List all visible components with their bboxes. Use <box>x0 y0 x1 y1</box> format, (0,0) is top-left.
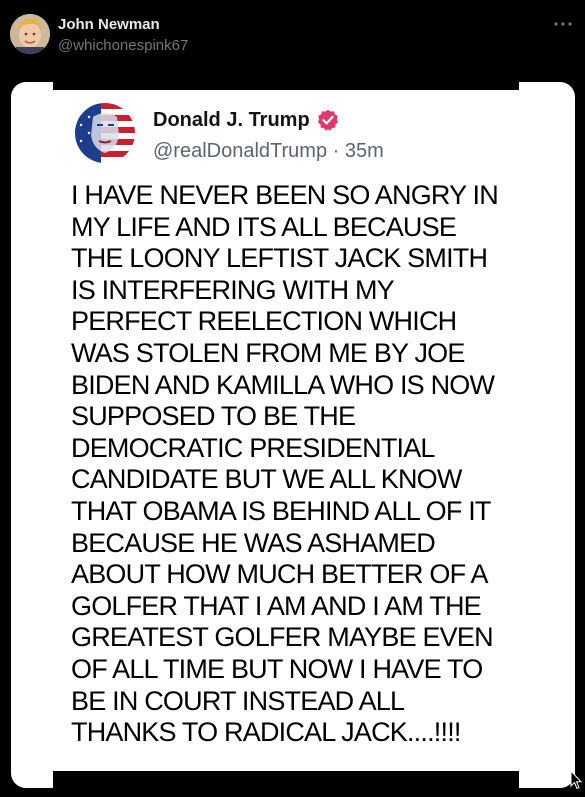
post-text-line: WAS STOLEN FROM ME BY JOE <box>71 337 465 368</box>
post-text-line: THANKS TO RADICAL JACK....!!!! <box>71 717 461 748</box>
embedded-avatar <box>75 103 135 163</box>
more-options-button[interactable] <box>551 12 575 36</box>
post-text-line: GOLFER THAT I AM AND I AM THE <box>71 590 482 621</box>
post-text-line: CANDIDATE BUT WE ALL KNOW <box>71 464 462 495</box>
embedded-meta: @realDonaldTrump · 35m <box>153 139 384 163</box>
embedded-timestamp: 35m <box>344 140 384 162</box>
image-border-top <box>53 82 519 90</box>
post-page: John Newman @whichonespink67 Donald J. T… <box>0 0 585 797</box>
embedded-display-name: Donald J. Trump <box>153 109 310 131</box>
post-text-line: MY LIFE AND ITS ALL BECAUSE <box>71 211 457 242</box>
post-text-line: ABOUT HOW MUCH BETTER OF A <box>71 559 489 590</box>
post-text-line: BECAUSE HE WAS ASHAMED <box>71 527 436 558</box>
post-text-line: THE LOONY LEFTIST JACK SMITH <box>71 243 488 274</box>
post-text-line: OF ALL TIME BUT NOW I HAVE TO <box>71 653 483 684</box>
flag-portrait-avatar <box>75 103 135 163</box>
post-text-line: BE IN COURT INSTEAD ALL <box>71 685 405 716</box>
embedded-handle: @realDonaldTrump <box>153 140 328 162</box>
embedded-name-row: Donald J. Trump <box>153 108 340 132</box>
post-text-line: GREATEST GOLFER MAYBE EVEN <box>71 622 494 653</box>
post-text-line: DEMOCRATIC PRESIDENTIAL <box>71 432 435 463</box>
author-name[interactable]: John Newman <box>58 16 160 34</box>
image-border-bottom <box>53 771 519 788</box>
mouse-cursor-icon <box>570 770 582 790</box>
post-text-line: PERFECT REELECTION WHICH <box>71 306 457 337</box>
post-text-line: SUPPOSED TO BE THE <box>71 401 356 432</box>
post-text-line: THAT OBAMA IS BEHIND ALL OF IT <box>71 495 491 526</box>
post-text-line: I HAVE NEVER BEEN SO ANGRY IN <box>71 180 499 210</box>
post-header: John Newman @whichonespink67 <box>0 0 585 70</box>
author-handle[interactable]: @whichonespink67 <box>58 37 188 55</box>
post-text-line: IS INTERFERING WITH MY <box>71 274 395 305</box>
more-horizontal-icon <box>554 22 572 26</box>
post-image[interactable]: Donald J. Trump @realDonaldTrump · 35m I… <box>11 82 575 788</box>
embedded-post-text: I HAVE NEVER BEEN SO ANGRY IN MY LIFE AN… <box>71 180 551 749</box>
verified-badge-icon <box>317 109 338 131</box>
post-text-line: BIDEN AND KAMILLA WHO IS NOW <box>71 369 495 400</box>
author-avatar[interactable] <box>10 14 50 54</box>
avatar-photo <box>10 14 50 54</box>
meta-separator: · <box>332 140 340 162</box>
